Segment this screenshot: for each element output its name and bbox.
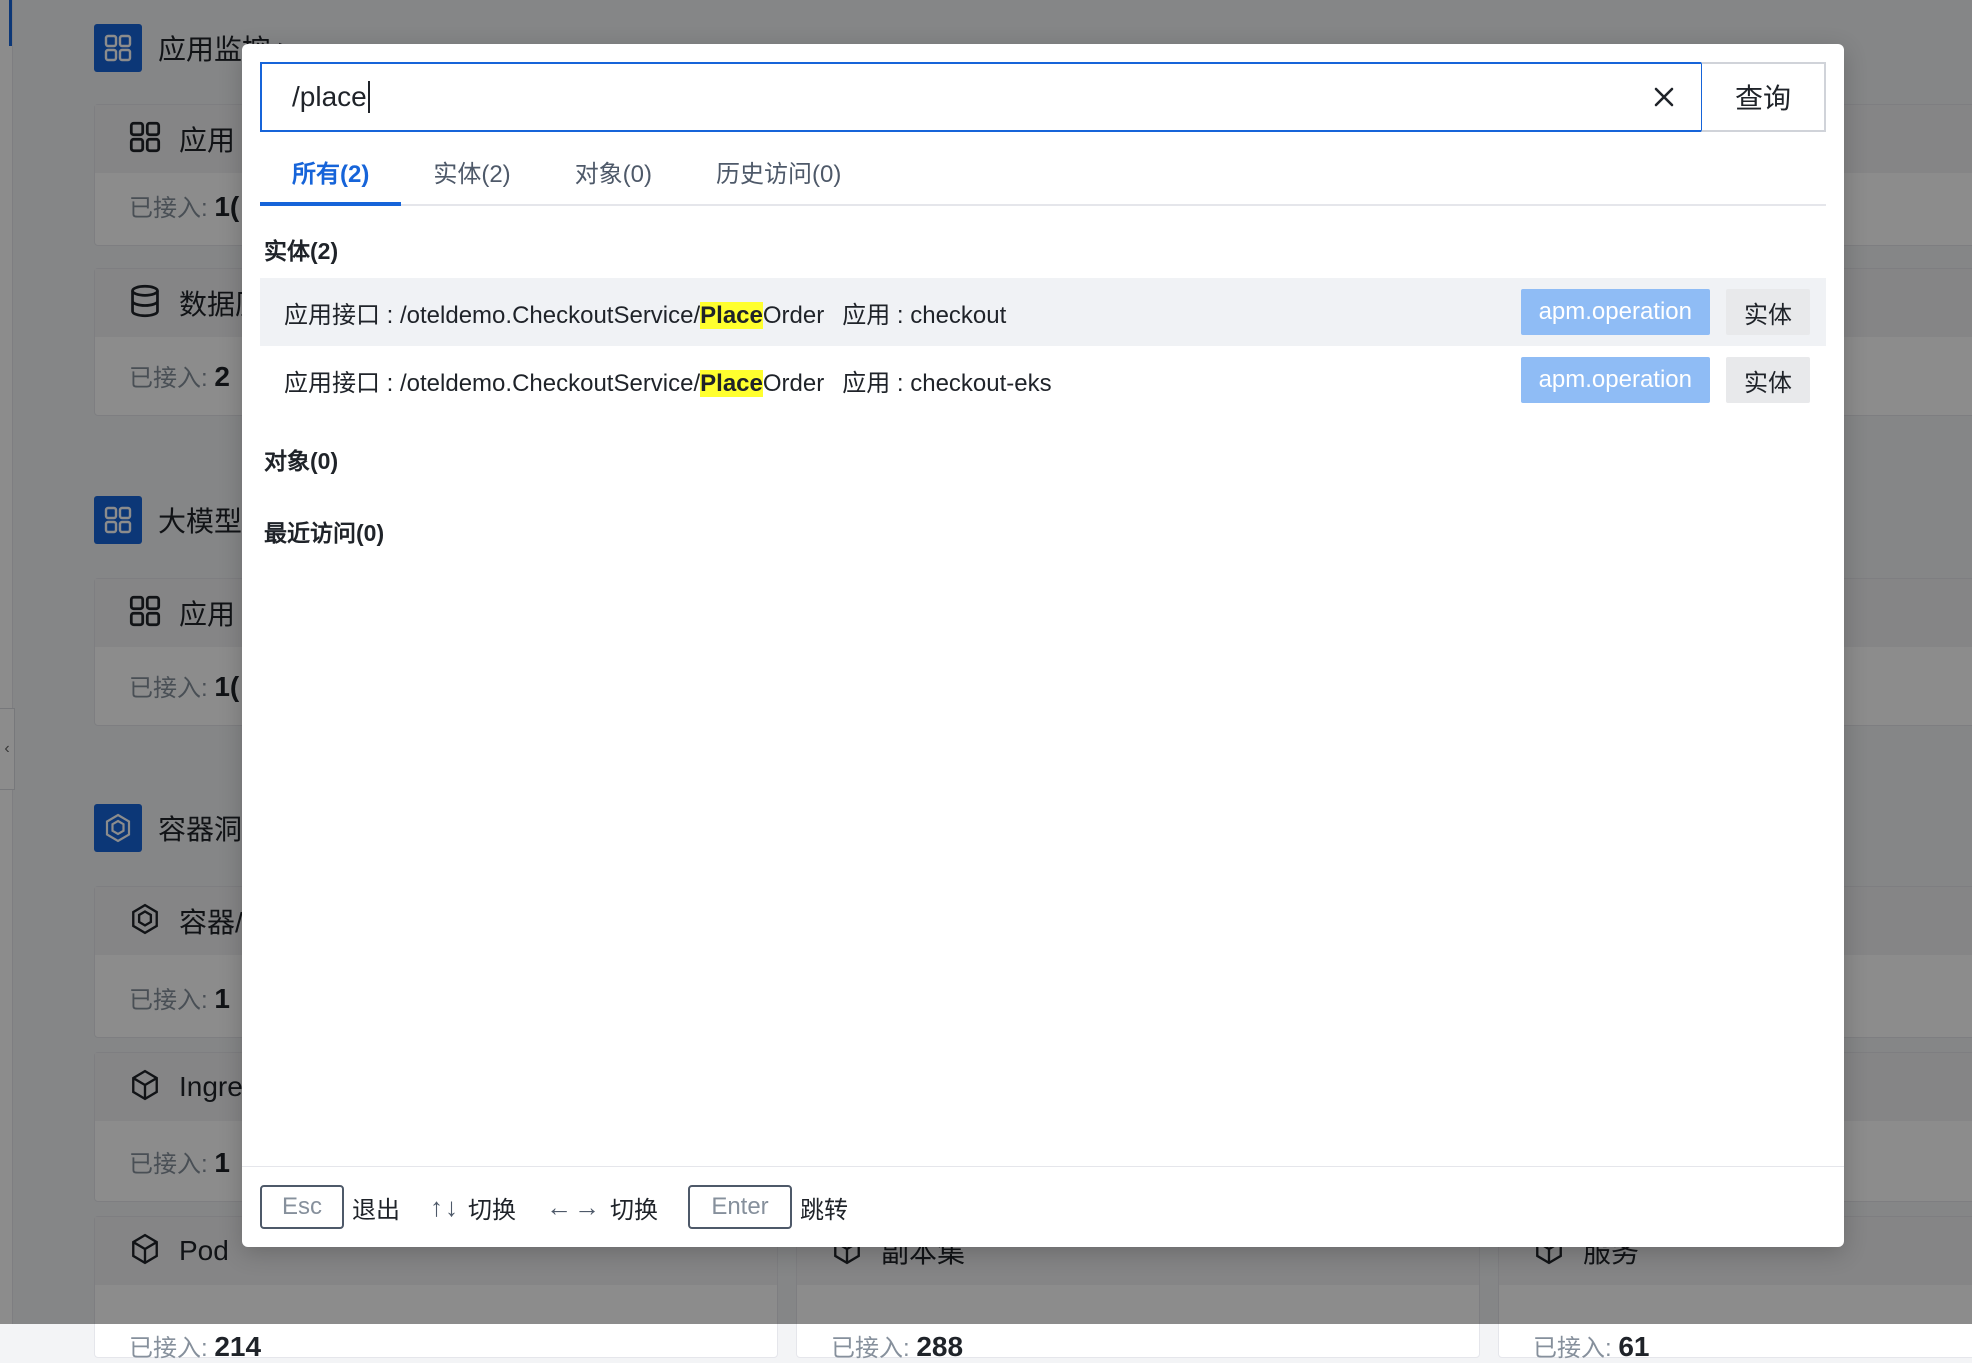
tab-history[interactable]: 历史访问(0) <box>684 156 873 204</box>
card-label: 已接入: <box>1533 1335 1612 1362</box>
clear-close-icon[interactable] <box>1649 82 1679 112</box>
result-highlight: Place <box>700 301 763 329</box>
card-value: 61 <box>1618 1331 1650 1362</box>
search-bar: /place 查询 <box>260 62 1826 132</box>
type-tag: apm.operation <box>1520 357 1710 403</box>
up-down-arrows-icon: ↑↓ <box>430 1191 460 1222</box>
card-label: 已接入: <box>129 1335 208 1362</box>
esc-hint: 退出 <box>352 1196 400 1224</box>
enter-hint: 跳转 <box>800 1196 848 1224</box>
group-title-entity: 实体(2) <box>264 238 339 264</box>
result-prefix: 应用接口 : /oteldemo.CheckoutService/ <box>284 301 701 329</box>
result-app: 应用 : checkout <box>842 301 1007 329</box>
card-label: 已接入: <box>831 1335 910 1362</box>
tab-entity[interactable]: 实体(2) <box>401 156 542 204</box>
search-input[interactable]: /place <box>260 62 1701 132</box>
kind-tag: 实体 <box>1726 357 1810 403</box>
card-value: 288 <box>916 1331 964 1362</box>
result-suffix: Order <box>762 301 825 329</box>
result-highlight: Place <box>700 369 763 397</box>
search-input-value[interactable]: /place <box>292 81 367 113</box>
result-text: 应用接口 : /oteldemo.CheckoutService/PlaceOr… <box>284 363 1052 398</box>
result-tabs: 所有(2) 实体(2) 对象(0) 历史访问(0) <box>260 156 1826 206</box>
kind-tag: 实体 <box>1726 289 1810 335</box>
group-title-object: 对象(0) <box>264 448 339 474</box>
result-text: 应用接口 : /oteldemo.CheckoutService/PlaceOr… <box>284 295 1006 330</box>
tab-all[interactable]: 所有(2) <box>260 156 402 206</box>
group-title-recent: 最近访问(0) <box>264 520 385 546</box>
card-value: 214 <box>214 1331 262 1362</box>
left-right-arrows-icon: ←→ <box>546 1191 602 1222</box>
result-item[interactable]: 应用接口 : /oteldemo.CheckoutService/PlaceOr… <box>260 346 1826 414</box>
text-caret <box>367 81 370 113</box>
enter-key[interactable]: Enter <box>688 1185 792 1229</box>
updown-hint: 切换 <box>468 1196 516 1224</box>
result-suffix: Order <box>762 369 825 397</box>
tab-object[interactable]: 对象(0) <box>543 156 684 204</box>
result-prefix: 应用接口 : /oteldemo.CheckoutService/ <box>284 369 701 397</box>
query-button[interactable]: 查询 <box>1701 62 1826 132</box>
esc-key[interactable]: Esc <box>260 1185 344 1229</box>
global-search-modal: /place 查询 所有(2) 实体(2) 对象(0) 历史访问(0) 实体(2… <box>242 44 1844 1247</box>
shortcut-footer: Esc 退出 ↑↓ 切换 ←→ 切换 Enter 跳转 <box>242 1166 1844 1247</box>
type-tag: apm.operation <box>1520 289 1710 335</box>
result-item[interactable]: 应用接口 : /oteldemo.CheckoutService/PlaceOr… <box>260 278 1826 346</box>
leftright-hint: 切换 <box>610 1196 658 1224</box>
result-app: 应用 : checkout-eks <box>842 369 1052 397</box>
